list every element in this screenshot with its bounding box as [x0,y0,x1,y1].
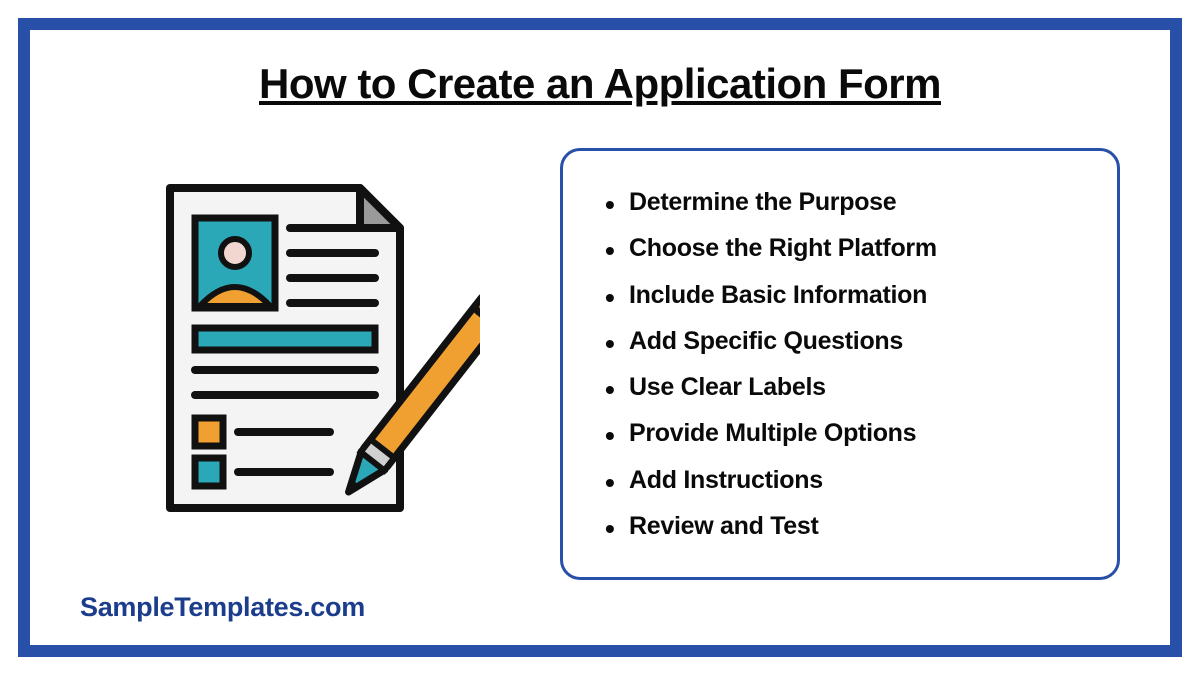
brand-label: SampleTemplates.com [80,592,365,623]
list-item: Include Basic Information [599,272,1081,318]
list-item: Add Instructions [599,457,1081,503]
content-row: Determine the Purpose Choose the Right P… [30,108,1170,580]
steps-panel: Determine the Purpose Choose the Right P… [560,148,1120,580]
list-item: Provide Multiple Options [599,410,1081,456]
form-illustration [80,138,500,538]
steps-list: Determine the Purpose Choose the Right P… [599,179,1081,549]
list-item: Use Clear Labels [599,364,1081,410]
application-form-icon [100,158,480,538]
list-item: Review and Test [599,503,1081,549]
list-item: Determine the Purpose [599,179,1081,225]
list-item: Choose the Right Platform [599,225,1081,271]
list-item: Add Specific Questions [599,318,1081,364]
page-title: How to Create an Application Form [30,60,1170,108]
document-frame: How to Create an Application Form [18,18,1182,657]
